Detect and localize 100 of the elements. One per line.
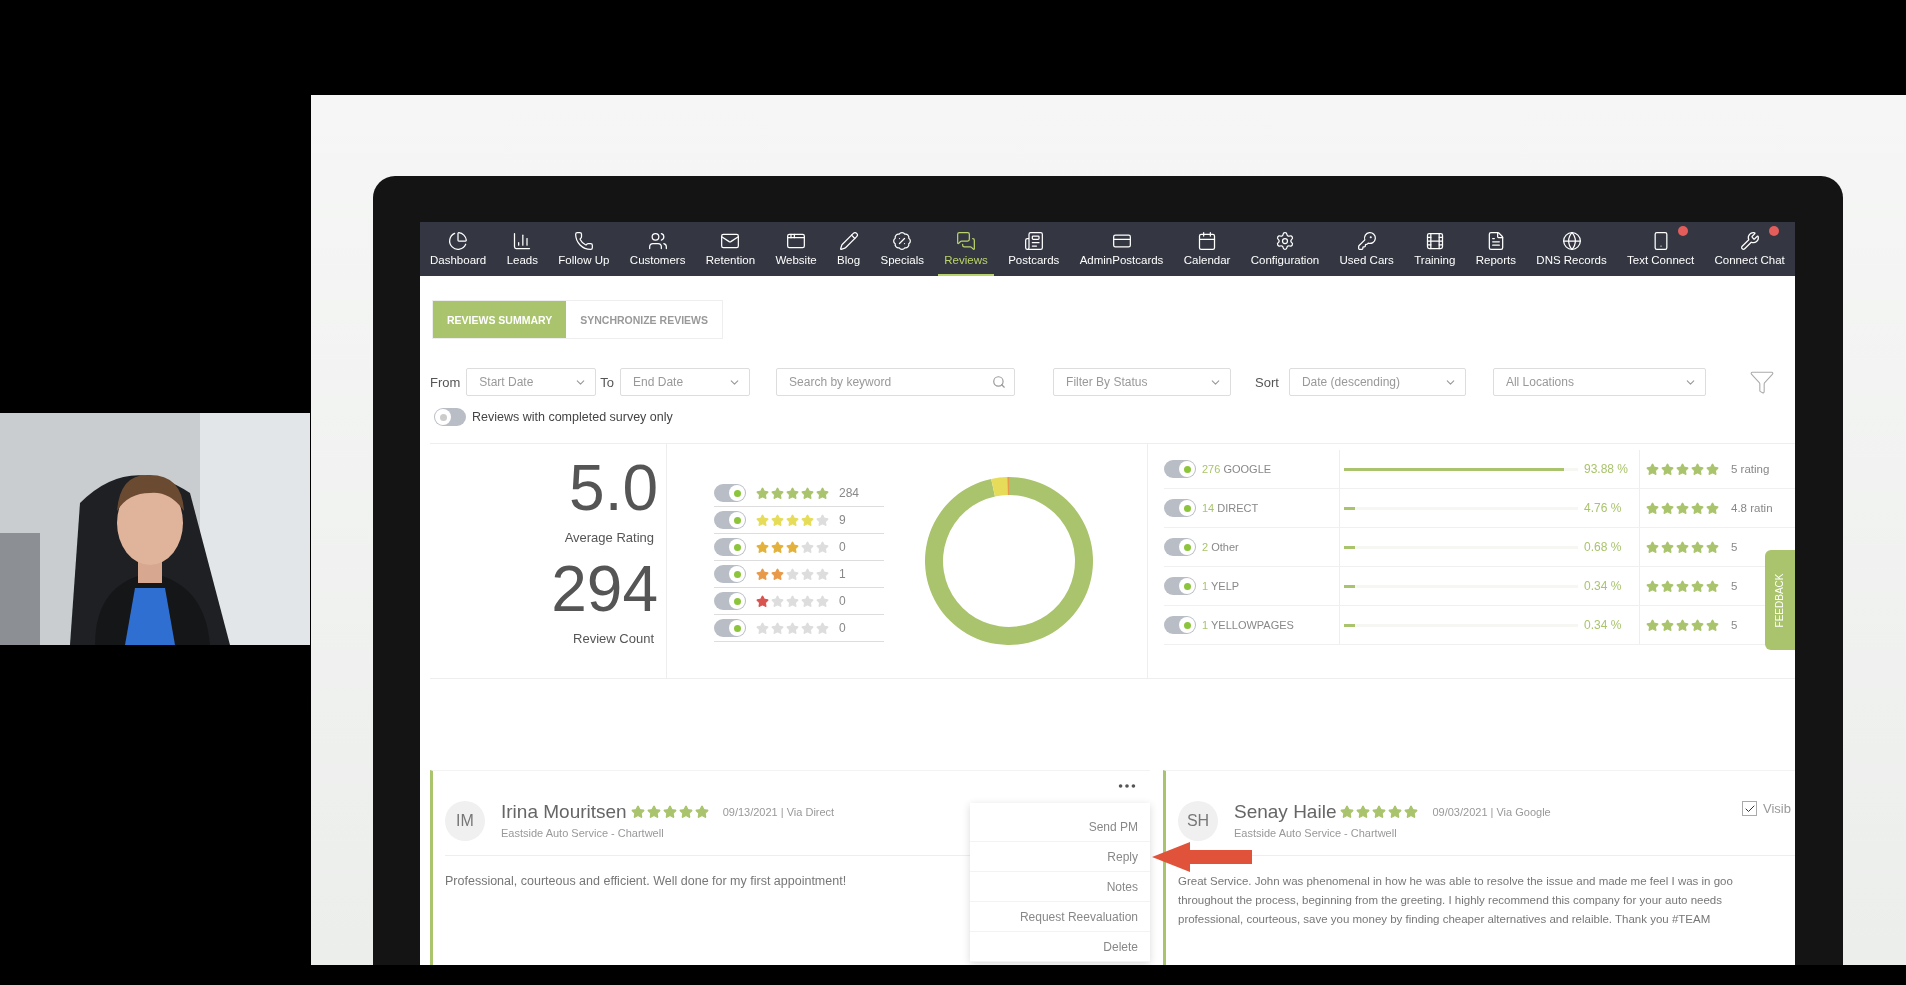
toggle-switch[interactable] — [714, 565, 746, 583]
star-icon — [1676, 462, 1689, 476]
star-icon — [1691, 579, 1704, 593]
avatar: SH — [1178, 801, 1218, 841]
toggle-switch[interactable] — [434, 408, 466, 426]
checkbox-label: Visib — [1763, 801, 1791, 816]
filter-icon[interactable] — [1748, 369, 1775, 395]
star-icon — [771, 621, 784, 635]
menu-item[interactable]: Delete — [970, 932, 1150, 962]
review-count: 294 — [551, 557, 658, 621]
nav-icon — [892, 230, 913, 251]
nav-tab[interactable]: Training — [1408, 222, 1462, 276]
toggle-switch[interactable] — [714, 484, 746, 502]
source-label: 14 DIRECT — [1202, 502, 1259, 514]
toggle-switch[interactable] — [1164, 538, 1196, 556]
nav-icon — [573, 230, 594, 251]
star-icon — [786, 594, 799, 608]
star-icon — [1691, 540, 1704, 554]
rating-count: 0 — [839, 621, 846, 635]
toggle-switch[interactable] — [714, 592, 746, 610]
nav-tab[interactable]: Text Connect — [1621, 222, 1701, 276]
nav-icon — [956, 230, 977, 251]
star-icon — [756, 594, 769, 608]
menu-item[interactable]: Send PM — [970, 812, 1150, 842]
review-meta: 09/03/2021 | Via Google — [1432, 806, 1551, 818]
star-icon — [1661, 501, 1674, 515]
star-icon — [756, 486, 769, 500]
reviewer-name: Irina Mouritsen — [501, 801, 627, 823]
nav-tab[interactable]: Reports — [1469, 222, 1522, 276]
star-icon — [816, 567, 829, 581]
share-percent: 4.76 % — [1584, 501, 1622, 515]
nav-tab[interactable]: AdminPostcards — [1073, 222, 1170, 276]
source-rating: 5 rating — [1731, 463, 1770, 475]
star-icon — [1646, 501, 1659, 515]
avatar: IM — [445, 801, 485, 841]
nav-tab[interactable]: Customers — [623, 222, 692, 276]
star-icon — [1646, 579, 1659, 593]
share-percent: 0.34 % — [1584, 579, 1622, 593]
nav-tab[interactable]: Reviews — [938, 222, 994, 276]
toggle-switch[interactable] — [1164, 577, 1196, 595]
nav-tab[interactable]: Connect Chat — [1708, 222, 1791, 276]
star-icon — [756, 513, 769, 527]
star-icon — [1691, 618, 1704, 632]
nav-tab[interactable]: Website — [769, 222, 823, 276]
nav-tab[interactable]: Leads — [500, 222, 544, 276]
star-icon — [1676, 618, 1689, 632]
star-icon — [756, 540, 769, 554]
toggle-switch[interactable] — [1164, 499, 1196, 517]
star-icon — [801, 594, 814, 608]
star-icon — [1646, 462, 1659, 476]
star-icon — [1691, 462, 1704, 476]
average-rating-label: Average Rating — [564, 530, 654, 545]
menu-item[interactable]: Notes — [970, 872, 1150, 902]
nav-tab[interactable]: Used Cars — [1333, 222, 1400, 276]
star-icon — [756, 621, 769, 635]
star-icon — [630, 805, 645, 819]
nav-icon — [1739, 230, 1760, 251]
share-percent: 0.68 % — [1584, 540, 1622, 554]
source-rating: 5 — [1731, 580, 1738, 592]
nav-tab[interactable]: Retention — [699, 222, 762, 276]
checkbox[interactable] — [1742, 801, 1758, 816]
toggle-switch[interactable] — [714, 619, 746, 637]
nav-icon — [1023, 230, 1044, 251]
toggle-switch[interactable] — [714, 538, 746, 556]
nav-tab[interactable]: Blog — [831, 222, 867, 276]
to-label: To — [600, 374, 615, 390]
menu-item[interactable]: Reply — [970, 842, 1150, 872]
star-icon — [1706, 618, 1719, 632]
star-icon — [694, 805, 709, 819]
star-icon — [816, 486, 829, 500]
toggle-switch[interactable] — [1164, 616, 1196, 634]
menu-item[interactable]: Request Reevaluation — [970, 902, 1150, 932]
share-percent: 0.34 % — [1584, 618, 1622, 632]
source-label: 276 GOOGLE — [1202, 463, 1272, 475]
star-icon — [1340, 805, 1355, 819]
nav-icon — [448, 230, 469, 251]
toggle-label: Reviews with completed survey only — [472, 410, 673, 424]
star-icon — [786, 513, 799, 527]
review-count-label: Review Count — [573, 631, 654, 646]
nav-tab[interactable]: Calendar — [1177, 222, 1237, 276]
nav-tab[interactable]: Postcards — [1002, 222, 1066, 276]
star-icon — [771, 567, 784, 581]
rating-count: 9 — [839, 513, 846, 527]
star-icon — [771, 594, 784, 608]
star-icon — [1691, 501, 1704, 515]
star-icon — [1676, 501, 1689, 515]
star-icon — [816, 621, 829, 635]
toggle-switch[interactable] — [1164, 460, 1196, 478]
nav-tab[interactable]: Follow Up — [552, 222, 616, 276]
star-icon — [1646, 618, 1659, 632]
nav-tab[interactable]: Dashboard — [424, 222, 493, 276]
toggle-switch[interactable] — [714, 511, 746, 529]
star-icon — [1661, 618, 1674, 632]
review-text: Professional, courteous and efficient. Well done for my first appointment! — [445, 873, 847, 890]
nav-tab[interactable]: DNS Records — [1530, 222, 1613, 276]
nav-tab[interactable]: Configuration — [1244, 222, 1326, 276]
star-icon — [801, 567, 814, 581]
star-icon — [1661, 540, 1674, 554]
star-icon — [1404, 805, 1419, 819]
nav-tab[interactable]: Specials — [874, 222, 930, 276]
